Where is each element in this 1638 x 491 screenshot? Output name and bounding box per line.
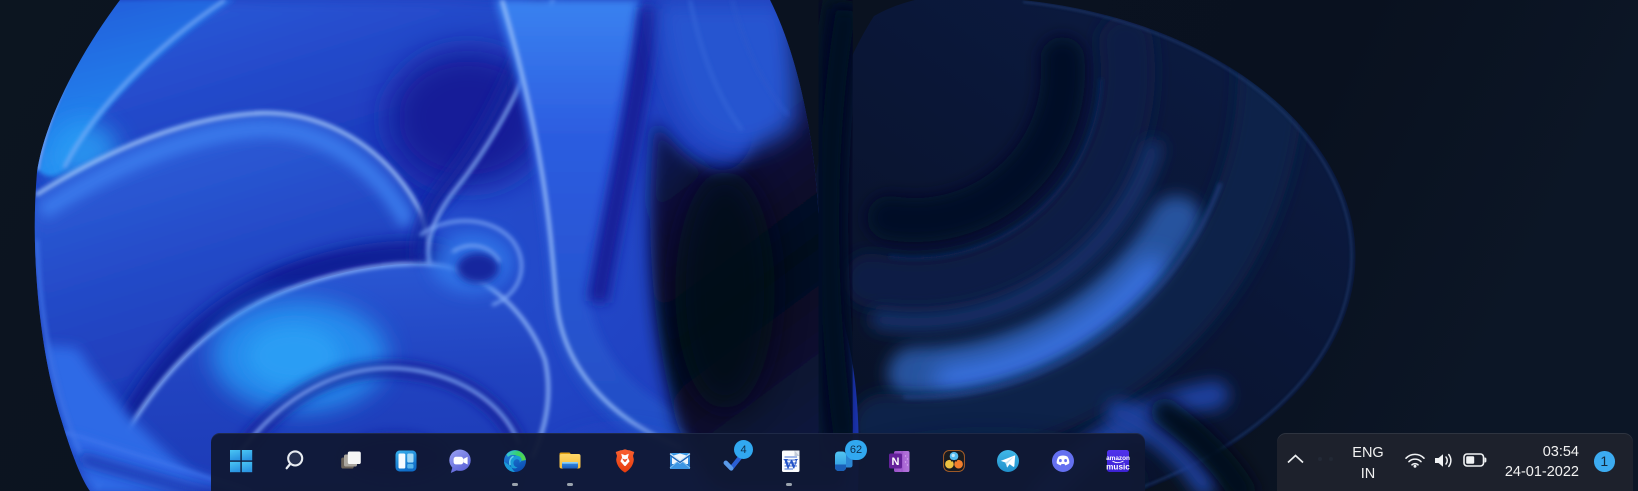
svg-text:music: music [1106, 463, 1130, 472]
svg-text:N: N [892, 456, 900, 468]
svg-text:amazon: amazon [1106, 455, 1130, 462]
svg-text:W: W [783, 457, 798, 473]
